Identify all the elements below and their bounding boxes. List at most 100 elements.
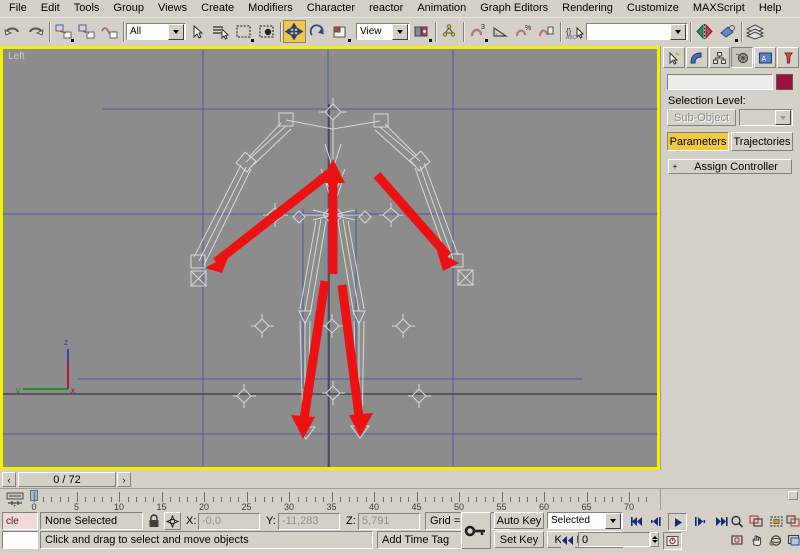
modify-tab[interactable] xyxy=(685,47,708,68)
angle-snap-toggle-icon[interactable] xyxy=(489,20,512,43)
parameters-button[interactable]: Parameters xyxy=(667,132,729,151)
track-bar-ruler[interactable]: 0 5 10 15 20 25 30 35 40 45 50 55 60 65 70 xyxy=(28,489,658,511)
menu-item-views[interactable]: Views xyxy=(151,1,194,16)
maximize-viewport-toggle-icon[interactable] xyxy=(785,532,800,548)
object-color-swatch[interactable] xyxy=(776,74,793,90)
rectangular-selection-region-icon[interactable] xyxy=(232,20,255,43)
menu-item-graph-editors[interactable]: Graph Editors xyxy=(473,1,555,16)
snap-toggle-3-icon[interactable]: 3 xyxy=(466,20,489,43)
maxscript-mini-listener-input[interactable] xyxy=(2,531,38,549)
next-frame-button[interactable]: › xyxy=(117,472,131,487)
menu-item-edit[interactable]: Edit xyxy=(34,1,67,16)
menu-item-maxscript[interactable]: MAXScript xyxy=(686,1,752,16)
menu-item-create[interactable]: Create xyxy=(194,1,241,16)
menu-item-animation[interactable]: Animation xyxy=(410,1,473,16)
lock-selection-icon[interactable] xyxy=(145,512,162,530)
select-by-name-icon[interactable] xyxy=(209,20,232,43)
menu-item-character[interactable]: Character xyxy=(300,1,362,16)
current-frame-field[interactable]: 0 xyxy=(578,532,650,547)
menu-item-tools[interactable]: Tools xyxy=(67,1,107,16)
hierarchy-tab[interactable] xyxy=(708,47,731,68)
select-and-move-icon[interactable] xyxy=(283,20,306,43)
window-crossing-icon[interactable] xyxy=(255,20,278,43)
motion-tab[interactable] xyxy=(731,47,754,68)
menu-item-file[interactable]: File xyxy=(2,1,34,16)
chevron-down-icon-3[interactable] xyxy=(670,23,686,40)
reference-coordinate-system-combo[interactable]: View xyxy=(356,23,410,40)
open-mini-curve-editor-icon[interactable]: + xyxy=(4,491,26,510)
viewport-left[interactable]: z y x Left xyxy=(3,49,657,467)
named-selection-sets-icon[interactable]: {} ABC xyxy=(563,20,586,43)
arc-rotate-icon[interactable] xyxy=(768,532,785,548)
previous-frame-icon[interactable] xyxy=(648,513,665,529)
set-key-button[interactable]: Set Key xyxy=(494,531,544,548)
unlink-selection-icon[interactable] xyxy=(75,20,98,43)
utilities-tab[interactable] xyxy=(777,47,799,68)
previous-frame-button[interactable]: ‹ xyxy=(2,472,16,487)
time-configuration-icon[interactable] xyxy=(663,532,682,550)
sub-object-button[interactable]: Sub-Object xyxy=(667,109,737,126)
zoom-icon[interactable] xyxy=(728,513,745,529)
select-and-uniform-scale-icon[interactable] xyxy=(329,20,352,43)
chevron-down-icon[interactable] xyxy=(168,23,184,40)
selection-filter-combo[interactable]: All xyxy=(126,23,186,40)
key-mode-toggle-button[interactable] xyxy=(461,512,491,549)
chevron-down-icon-sub-object[interactable] xyxy=(775,110,791,125)
menu-item-reactor[interactable]: reactor xyxy=(362,1,410,16)
ruler-minor-tick xyxy=(221,497,222,502)
track-bar[interactable]: + 0 5 10 15 20 25 30 35 40 45 50 55 60 65 70 xyxy=(0,488,800,511)
percent-snap-toggle-icon[interactable]: % xyxy=(512,20,535,43)
assign-controller-rollout[interactable]: + Assign Controller xyxy=(668,159,792,174)
undo-icon[interactable] xyxy=(1,20,24,43)
current-frame-spinner[interactable] xyxy=(650,532,659,547)
menu-item-customize[interactable]: Customize xyxy=(620,1,686,16)
bind-to-space-warp-icon[interactable] xyxy=(98,20,121,43)
chevron-down-icon-key-filter[interactable] xyxy=(605,512,621,529)
use-pivot-point-center-icon[interactable] xyxy=(410,20,433,43)
mirror-icon[interactable] xyxy=(693,20,716,43)
chevron-down-icon-2[interactable] xyxy=(392,23,408,40)
ruler-major-tick xyxy=(586,492,588,502)
go-to-start-icon[interactable] xyxy=(628,513,645,529)
zoom-all-icon[interactable] xyxy=(748,513,765,529)
svg-text:y: y xyxy=(16,386,20,395)
select-and-rotate-icon[interactable] xyxy=(306,20,329,43)
time-slider-handle[interactable]: 0 / 72 xyxy=(18,472,116,487)
menu-item-help[interactable]: Help xyxy=(752,1,789,16)
zoom-extents-icon[interactable] xyxy=(768,513,785,529)
trajectories-button[interactable]: Trajectories xyxy=(731,132,793,151)
create-tab[interactable] xyxy=(663,47,685,68)
maxscript-mini-listener[interactable]: cle xyxy=(2,512,38,530)
menu-item-rendering[interactable]: Rendering xyxy=(555,1,620,16)
select-and-link-icon[interactable] xyxy=(52,20,75,43)
sub-object-combo[interactable] xyxy=(739,109,793,126)
spinner-snap-toggle-icon[interactable] xyxy=(535,20,558,43)
zoom-extents-all-icon[interactable] xyxy=(785,513,800,529)
object-name-field[interactable] xyxy=(667,74,773,90)
manage-links-icon[interactable] xyxy=(438,20,461,43)
next-frame-icon[interactable] xyxy=(690,513,707,529)
field-of-view-icon[interactable] xyxy=(728,532,745,548)
go-to-end-icon[interactable] xyxy=(712,513,729,529)
layer-manager-icon[interactable] xyxy=(744,20,767,43)
track-bar-scroll-button[interactable] xyxy=(788,491,798,500)
coordinate-x-field[interactable]: -0,0 xyxy=(198,512,260,530)
menu-item-modifiers[interactable]: Modifiers xyxy=(241,1,300,16)
viewport-left-active-frame[interactable]: z y x Left xyxy=(0,46,660,470)
play-animation-icon[interactable] xyxy=(668,513,687,531)
display-tab[interactable]: A xyxy=(754,47,777,68)
key-mode-toggle-icon[interactable] xyxy=(561,532,575,548)
auto-key-button[interactable]: Auto Key xyxy=(494,512,544,529)
pan-icon[interactable] xyxy=(748,532,765,548)
absolute-relative-transform-icon[interactable] xyxy=(164,512,181,530)
menu-item-group[interactable]: Group xyxy=(106,1,151,16)
coordinate-y-field[interactable]: -11,283 xyxy=(278,512,340,530)
viewport-label[interactable]: Left xyxy=(8,51,25,62)
redo-icon[interactable] xyxy=(24,20,47,43)
rollout-expand-icon[interactable]: + xyxy=(669,162,681,171)
select-object-arrow-icon[interactable] xyxy=(186,20,209,43)
key-filter-combo[interactable]: Selected xyxy=(547,512,623,529)
coordinate-z-field[interactable]: 5,791 xyxy=(358,512,420,530)
align-icon[interactable] xyxy=(716,20,739,43)
named-selection-set-combo[interactable] xyxy=(586,23,688,40)
